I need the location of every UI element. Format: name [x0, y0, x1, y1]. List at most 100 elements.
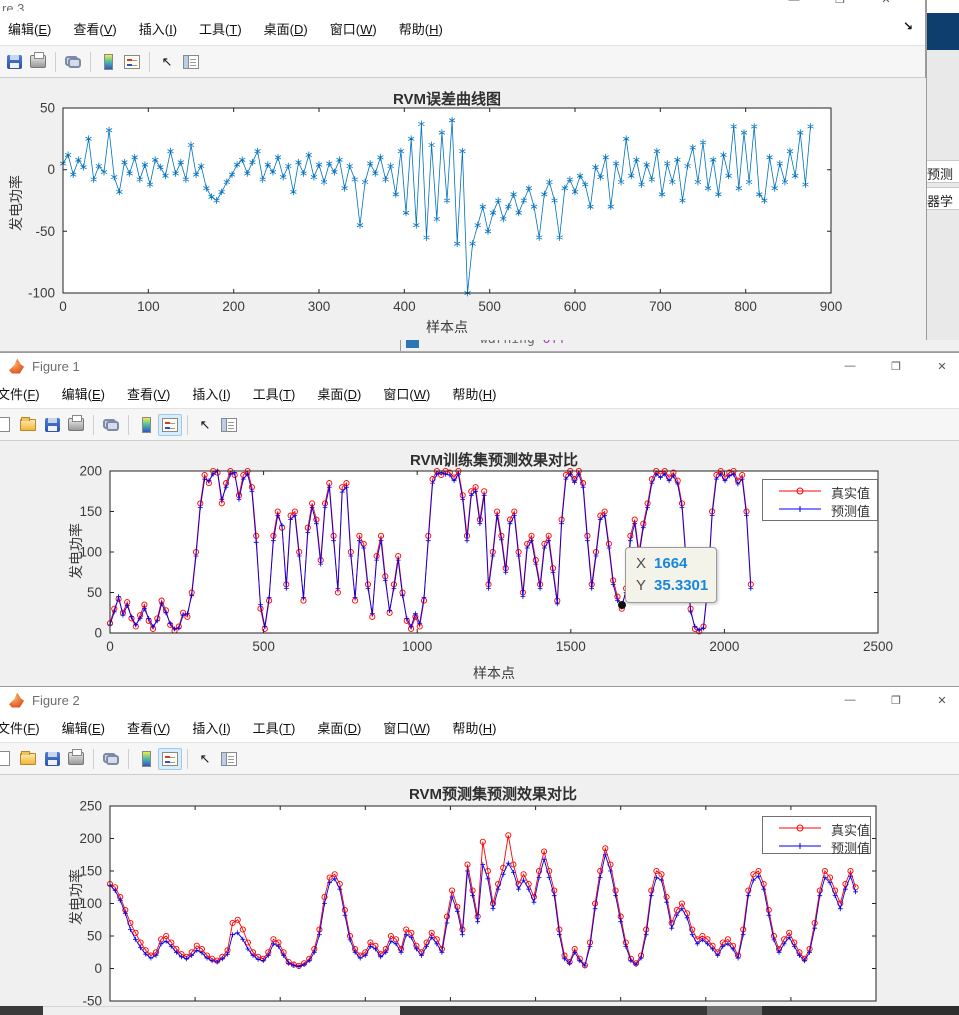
- menu-help[interactable]: 帮助(H): [441, 384, 507, 403]
- code-fragment: warning off: [480, 340, 566, 347]
- taskbar-active-fragment: [707, 1006, 762, 1015]
- menu-help[interactable]: 帮助(H): [388, 19, 454, 38]
- legend-swatch-true-line: [777, 485, 823, 500]
- edit-plot-button[interactable]: ↖︎: [155, 51, 179, 73]
- menu-window[interactable]: 窗口(W): [372, 718, 441, 737]
- link-plot-button[interactable]: [99, 414, 123, 436]
- figure1-toolbar: ↖︎: [0, 409, 959, 441]
- svg-text:500: 500: [478, 299, 501, 314]
- close-button[interactable]: ✕: [863, 0, 909, 6]
- maximize-button[interactable]: ❐: [873, 694, 919, 707]
- new-figure-button[interactable]: [0, 748, 16, 770]
- menu-edit[interactable]: 编辑(E): [0, 19, 62, 38]
- menu-edit[interactable]: 编辑(E): [51, 384, 116, 403]
- menu-view[interactable]: 查看(V): [116, 718, 181, 737]
- datatip[interactable]: X1664 Y35.3301: [625, 547, 717, 603]
- menu-insert[interactable]: 插入(I): [181, 384, 241, 403]
- plot-browser-button[interactable]: [217, 414, 241, 436]
- window-title: Figure 1: [32, 359, 80, 374]
- figure1-menubar: 文件(F) 编辑(E) 查看(V) 插入(I) 工具(T) 桌面(D) 窗口(W…: [0, 379, 959, 409]
- figure3-chart-area[interactable]: 0100200300400500600700800900-100-50050 R…: [0, 78, 926, 340]
- edit-plot-button[interactable]: ↖︎: [193, 748, 217, 770]
- legend-entry-true: 真实值: [769, 820, 862, 838]
- legend-icon: [162, 752, 178, 766]
- menu-desktop[interactable]: 桌面(D): [253, 19, 319, 38]
- figure1-chart-area[interactable]: 05001000150020002500050100150200 RVM训练集预…: [0, 441, 959, 687]
- figure3-plot[interactable]: 0100200300400500600700800900-100-50050: [0, 78, 926, 340]
- save-button[interactable]: [2, 51, 26, 73]
- figure3-toolbar: ↖︎: [0, 46, 925, 78]
- figure1-titlebar[interactable]: Figure 1 — ❐ ✕: [0, 353, 959, 379]
- figure1-ylabel: 发电功率: [66, 519, 86, 583]
- close-button[interactable]: ✕: [919, 360, 959, 373]
- new-figure-button[interactable]: [0, 414, 16, 436]
- save-button[interactable]: [40, 748, 64, 770]
- toolbar-separator: [187, 749, 188, 769]
- minimize-button[interactable]: —: [771, 0, 817, 6]
- background-list-item[interactable]: 器学: [927, 187, 959, 210]
- menu-tools[interactable]: 工具(T): [188, 19, 253, 38]
- insert-legend-button[interactable]: [120, 51, 144, 73]
- insert-colorbar-button[interactable]: [96, 51, 120, 73]
- open-button[interactable]: [16, 414, 40, 436]
- svg-text:0: 0: [47, 162, 55, 177]
- menu-tools[interactable]: 工具(T): [242, 718, 307, 737]
- minimize-button[interactable]: —: [827, 694, 873, 706]
- menu-insert[interactable]: 插入(I): [181, 718, 241, 737]
- insert-colorbar-button[interactable]: [134, 748, 158, 770]
- menu-window[interactable]: 窗口(W): [372, 384, 441, 403]
- figure2-plot[interactable]: -50050100150200250: [0, 775, 959, 1015]
- menu-view[interactable]: 查看(V): [116, 384, 181, 403]
- menu-help[interactable]: 帮助(H): [441, 718, 507, 737]
- figure1-plot-title: RVM训练集预测效果对比: [110, 449, 878, 470]
- taskbar-fragment: [0, 1006, 43, 1015]
- svg-text:900: 900: [820, 299, 843, 314]
- save-button[interactable]: [40, 414, 64, 436]
- menu-desktop[interactable]: 桌面(D): [306, 718, 372, 737]
- menu-edit[interactable]: 编辑(E): [51, 718, 116, 737]
- maximize-button[interactable]: ❐: [817, 0, 863, 6]
- menu-desktop[interactable]: 桌面(D): [306, 384, 372, 403]
- toolbar-separator: [55, 52, 56, 72]
- figure2-titlebar[interactable]: Figure 2 — ❐ ✕: [0, 687, 959, 713]
- datatip-x-label: X: [636, 553, 646, 575]
- print-button[interactable]: [64, 748, 88, 770]
- svg-text:600: 600: [564, 299, 587, 314]
- figure1-plot[interactable]: 05001000150020002500050100150200: [0, 441, 959, 687]
- plot-browser-button[interactable]: [179, 51, 203, 73]
- open-button[interactable]: [16, 748, 40, 770]
- menu-view[interactable]: 查看(V): [62, 19, 127, 38]
- figure2-chart-area[interactable]: -50050100150200250 RVM预测集预测效果对比 发电功率 真实值…: [0, 775, 959, 1015]
- save-icon: [7, 55, 22, 69]
- svg-text:200: 200: [222, 299, 245, 314]
- panel-icon: [221, 752, 237, 766]
- legend-label: 真实值: [831, 820, 870, 839]
- print-button[interactable]: [64, 414, 88, 436]
- minimize-button[interactable]: —: [827, 360, 873, 372]
- print-button[interactable]: [26, 51, 50, 73]
- menu-insert[interactable]: 插入(I): [128, 19, 188, 38]
- insert-legend-button[interactable]: [158, 414, 182, 436]
- plot-browser-button[interactable]: [217, 748, 241, 770]
- figure1-legend[interactable]: 真实值 预测值: [762, 479, 878, 521]
- cursor-icon: ↖︎: [162, 54, 173, 70]
- menu-window[interactable]: 窗口(W): [319, 19, 388, 38]
- background-list-item[interactable]: 预测: [927, 160, 959, 183]
- figure2-legend[interactable]: 真实值 预测值: [762, 816, 871, 854]
- menu-file[interactable]: 文件(F): [0, 384, 51, 403]
- close-button[interactable]: ✕: [919, 694, 959, 707]
- cursor-icon: ↖︎: [200, 417, 211, 433]
- dock-figure-icon[interactable]: ↘: [903, 19, 913, 33]
- edit-plot-button[interactable]: ↖︎: [193, 414, 217, 436]
- insert-legend-button[interactable]: [158, 748, 182, 770]
- print-icon: [68, 752, 84, 765]
- insert-colorbar-button[interactable]: [134, 414, 158, 436]
- editor-code-strip: warning off: [0, 340, 959, 352]
- menu-file[interactable]: 文件(F): [0, 718, 51, 737]
- link-plot-button[interactable]: [61, 51, 85, 73]
- link-plot-button[interactable]: [99, 748, 123, 770]
- maximize-button[interactable]: ❐: [873, 360, 919, 373]
- legend-swatch-pred-line: [777, 840, 823, 855]
- menu-tools[interactable]: 工具(T): [242, 384, 307, 403]
- figure3-titlebar[interactable]: re 3 — ❐ ✕: [0, 0, 925, 11]
